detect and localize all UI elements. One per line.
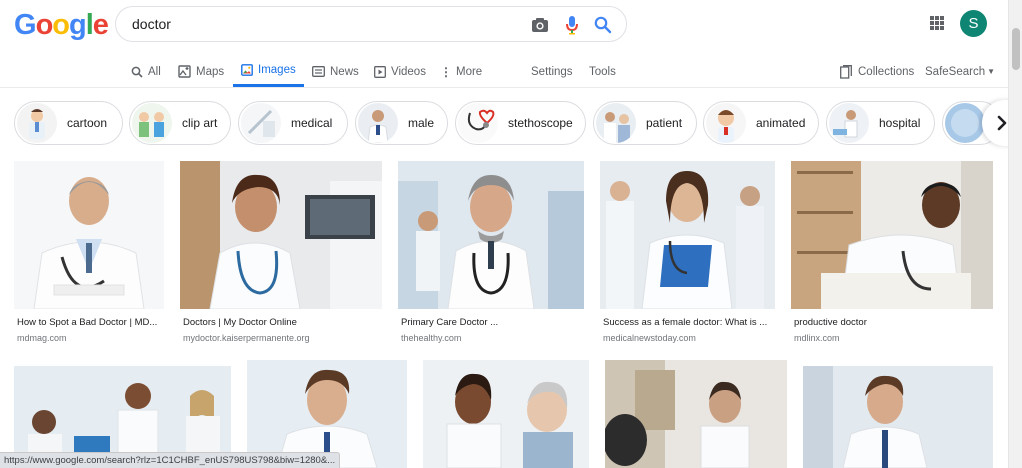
result-title[interactable]: Doctors | My Doctor Online: [183, 317, 297, 328]
result-source[interactable]: medicalnewstoday.com: [603, 333, 696, 343]
chip-medical[interactable]: medical: [238, 101, 348, 145]
news-icon: [312, 66, 325, 77]
page: Google S All Maps Images: [0, 0, 1022, 468]
chip-label: hospital: [879, 116, 921, 130]
image-result[interactable]: [423, 360, 589, 468]
image-result[interactable]: [605, 360, 787, 468]
result-title[interactable]: productive doctor: [794, 317, 867, 328]
chip-label: cartoon: [67, 116, 108, 130]
image-result[interactable]: productive doctor mdlinx.com: [791, 161, 993, 346]
mic-icon[interactable]: [562, 15, 582, 35]
result-thumbnail[interactable]: [791, 161, 993, 309]
result-source[interactable]: mdmag.com: [17, 333, 67, 343]
chip-label: male: [408, 116, 435, 130]
image-result[interactable]: How to Spot a Bad Doctor | MD... mdmag.c…: [14, 161, 164, 346]
tab-label: More: [456, 65, 483, 78]
result-title[interactable]: Primary Care Doctor ...: [401, 317, 498, 328]
search-input[interactable]: [132, 16, 512, 32]
tab-label: Images: [258, 64, 296, 76]
chip-male[interactable]: male: [355, 101, 448, 145]
status-bar-url: https://www.google.com/search?rlz=1C1CHB…: [0, 452, 341, 468]
chip-label: animated: [756, 116, 806, 130]
result-title[interactable]: How to Spot a Bad Doctor | MD...: [17, 317, 157, 328]
settings-link[interactable]: Settings: [531, 56, 573, 87]
chip-thumbnail: [458, 103, 498, 143]
caret-down-icon: ▼: [987, 67, 996, 76]
result-thumbnail[interactable]: [600, 161, 775, 309]
logo-letter: l: [85, 9, 94, 41]
chip-thumbnail: [241, 103, 281, 143]
tab-label: News: [330, 65, 359, 78]
result-thumbnail[interactable]: [803, 366, 993, 468]
camera-icon[interactable]: [530, 15, 550, 35]
search-tabs: All Maps Images News Videos ⋮ More Setti…: [0, 56, 1008, 88]
chip-patient[interactable]: patient: [593, 101, 697, 145]
search-icon: [131, 66, 143, 78]
result-thumbnail[interactable]: [180, 161, 382, 309]
image-result[interactable]: Doctors | My Doctor Online mydoctor.kais…: [180, 161, 382, 346]
chip-label: medical: [291, 116, 333, 130]
chip-label: patient: [646, 116, 683, 130]
google-logo[interactable]: Google: [14, 9, 109, 42]
bookmark-icon: [840, 64, 852, 79]
vertical-scrollbar[interactable]: [1008, 0, 1022, 468]
tab-all[interactable]: All: [131, 56, 161, 87]
image-result[interactable]: Success as a female doctor: What is ... …: [600, 161, 775, 346]
search-icon[interactable]: [593, 15, 613, 35]
chip-label: clip art: [182, 116, 218, 130]
collections-label: Collections: [858, 65, 915, 78]
tab-news[interactable]: News: [312, 56, 359, 87]
logo-letter: e: [92, 9, 109, 41]
result-thumbnail[interactable]: [605, 360, 787, 468]
chip-thumbnail: [132, 103, 172, 143]
more-icon: ⋮: [440, 64, 452, 79]
tab-label: Maps: [196, 65, 225, 78]
result-source[interactable]: thehealthy.com: [401, 333, 461, 343]
tab-maps[interactable]: Maps: [178, 56, 224, 87]
logo-letter: o: [52, 9, 70, 41]
chip-thumbnail: [945, 103, 985, 143]
account-avatar[interactable]: S: [960, 10, 987, 37]
result-title[interactable]: Success as a female doctor: What is ...: [603, 317, 767, 328]
result-source[interactable]: mydoctor.kaiserpermanente.org: [183, 333, 310, 343]
chip-thumbnail: [358, 103, 398, 143]
chip-thumbnail: [829, 103, 869, 143]
chip-thumbnail: [596, 103, 636, 143]
result-thumbnail[interactable]: [14, 161, 164, 309]
tab-label: All: [148, 65, 161, 78]
map-icon: [178, 65, 191, 78]
chip-thumbnail: [17, 103, 57, 143]
scrollbar-thumb[interactable]: [1012, 28, 1020, 70]
search-box[interactable]: [115, 6, 627, 42]
tools-link[interactable]: Tools: [589, 56, 616, 87]
chip-stethoscope[interactable]: stethoscope: [455, 101, 586, 145]
result-thumbnail[interactable]: [398, 161, 584, 309]
video-icon: [374, 65, 386, 78]
logo-letter: G: [14, 9, 37, 41]
safesearch-dropdown[interactable]: SafeSearch ▼: [925, 56, 995, 87]
safesearch-label: SafeSearch: [925, 65, 986, 78]
tab-label: Videos: [391, 65, 426, 78]
collections-link[interactable]: Collections: [840, 56, 914, 87]
logo-letter: g: [69, 9, 87, 41]
apps-grid-icon[interactable]: [930, 16, 944, 30]
chip-hospital[interactable]: hospital: [826, 101, 935, 145]
chip-clip-art[interactable]: clip art: [129, 101, 231, 145]
chip-animated[interactable]: animated: [703, 101, 819, 145]
tab-more[interactable]: ⋮ More: [440, 56, 482, 87]
result-source[interactable]: mdlinx.com: [794, 333, 840, 343]
logo-letter: o: [35, 9, 54, 41]
tab-images[interactable]: Images: [233, 56, 304, 87]
chip-cartoon[interactable]: cartoon: [14, 101, 123, 145]
avatar-initial: S: [968, 15, 979, 32]
chip-label: stethoscope: [508, 116, 573, 130]
image-icon: [241, 64, 253, 76]
chip-thumbnail: [706, 103, 746, 143]
image-result[interactable]: Primary Care Doctor ... thehealthy.com: [398, 161, 584, 346]
tab-videos[interactable]: Videos: [374, 56, 426, 87]
image-result[interactable]: [803, 366, 993, 468]
result-thumbnail[interactable]: [423, 360, 589, 468]
